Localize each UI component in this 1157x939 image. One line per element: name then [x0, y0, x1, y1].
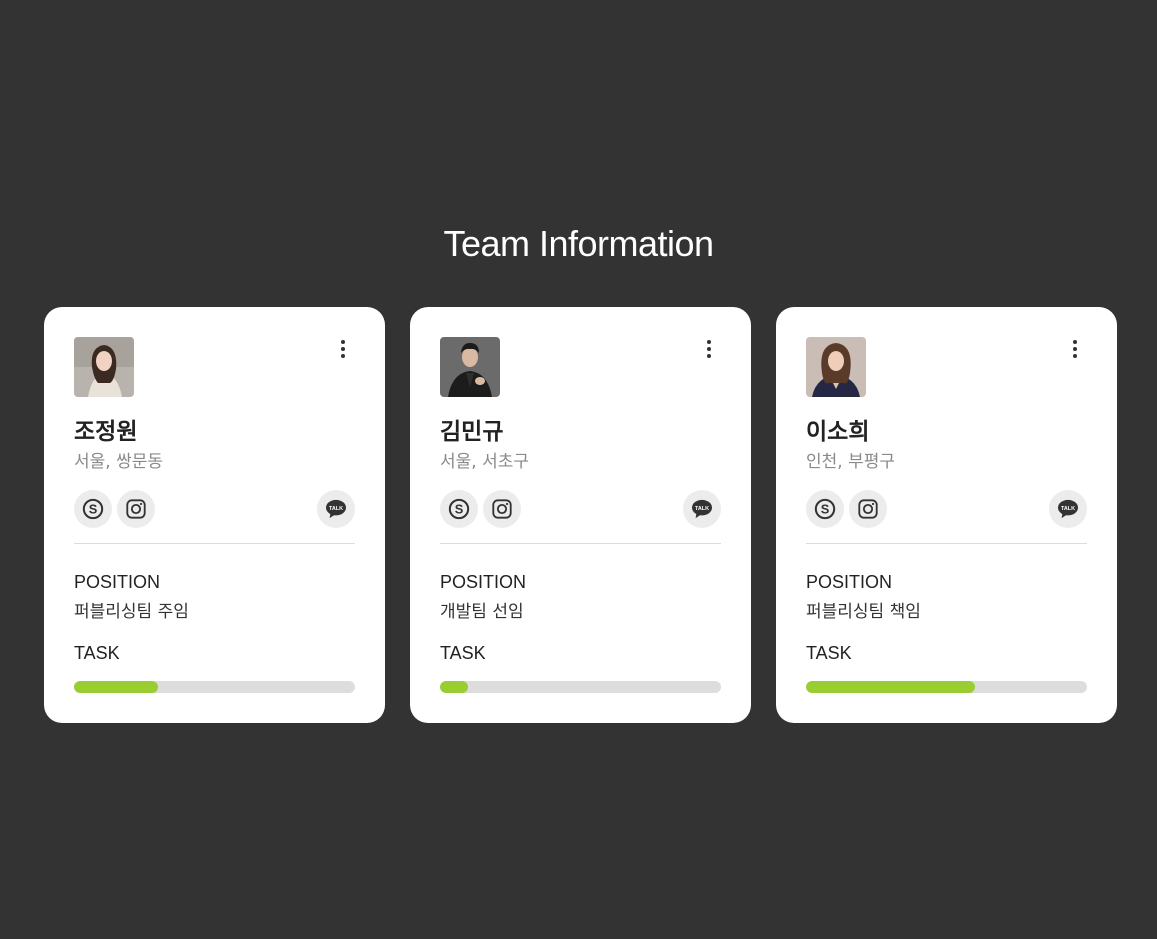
kakaotalk-icon[interactable]: TALK [683, 490, 721, 528]
task-label: TASK [74, 643, 120, 663]
instagram-icon[interactable] [117, 490, 155, 528]
position-label: POSITION [74, 572, 161, 592]
social-links: S TALK [806, 490, 1087, 528]
social-links: S TALK [74, 490, 355, 528]
divider [74, 543, 355, 544]
member-card: 김민규 서울, 서초구 S TALK POSITION 개발팀 선임 TASK [410, 307, 751, 723]
member-card: 조정원 서울, 쌍문동 S TALK POSITION 퍼블리싱팀 주임 TAS… [44, 307, 385, 723]
svg-text:TALK: TALK [1061, 506, 1075, 512]
kakaotalk-icon[interactable]: TALK [1049, 490, 1087, 528]
skype-icon[interactable]: S [74, 490, 112, 528]
more-vertical-icon[interactable] [1063, 337, 1087, 361]
avatar [806, 337, 866, 397]
svg-text:S: S [89, 502, 98, 517]
task-progress-track [74, 681, 355, 693]
task-progress-fill [440, 681, 469, 693]
member-name: 조정원 [74, 419, 138, 445]
task-progress-track [806, 681, 1087, 693]
svg-text:TALK: TALK [329, 506, 343, 512]
task-label: TASK [806, 643, 852, 663]
page-title: Team Information [443, 223, 714, 264]
avatar [74, 337, 134, 397]
member-name: 김민규 [440, 419, 504, 445]
svg-text:S: S [821, 502, 830, 517]
svg-text:S: S [455, 502, 464, 517]
instagram-icon[interactable] [483, 490, 521, 528]
more-vertical-icon[interactable] [331, 337, 355, 361]
position-label: POSITION [440, 572, 527, 592]
instagram-icon[interactable] [849, 490, 887, 528]
member-location: 인천, 부평구 [806, 452, 896, 472]
member-card: 이소희 인천, 부평구 S TALK POSITION 퍼블리싱팀 책임 TAS… [776, 307, 1117, 723]
skype-icon[interactable]: S [440, 490, 478, 528]
member-location: 서울, 서초구 [440, 452, 530, 472]
divider [806, 543, 1087, 544]
kakaotalk-icon[interactable]: TALK [317, 490, 355, 528]
position-value: 개발팀 선임 [440, 602, 524, 622]
avatar [440, 337, 500, 397]
more-vertical-icon[interactable] [697, 337, 721, 361]
position-value: 퍼블리싱팀 책임 [806, 602, 921, 622]
task-label: TASK [440, 643, 486, 663]
task-progress-fill [806, 681, 975, 693]
divider [440, 543, 721, 544]
task-progress-fill [74, 681, 159, 693]
member-location: 서울, 쌍문동 [74, 452, 164, 472]
team-cards: 조정원 서울, 쌍문동 S TALK POSITION 퍼블리싱팀 주임 TAS… [44, 307, 1117, 723]
task-progress-track [440, 681, 721, 693]
social-links: S TALK [440, 490, 721, 528]
skype-icon[interactable]: S [806, 490, 844, 528]
svg-text:TALK: TALK [695, 506, 709, 512]
position-label: POSITION [806, 572, 893, 592]
position-value: 퍼블리싱팀 주임 [74, 602, 189, 622]
member-name: 이소희 [806, 419, 870, 445]
